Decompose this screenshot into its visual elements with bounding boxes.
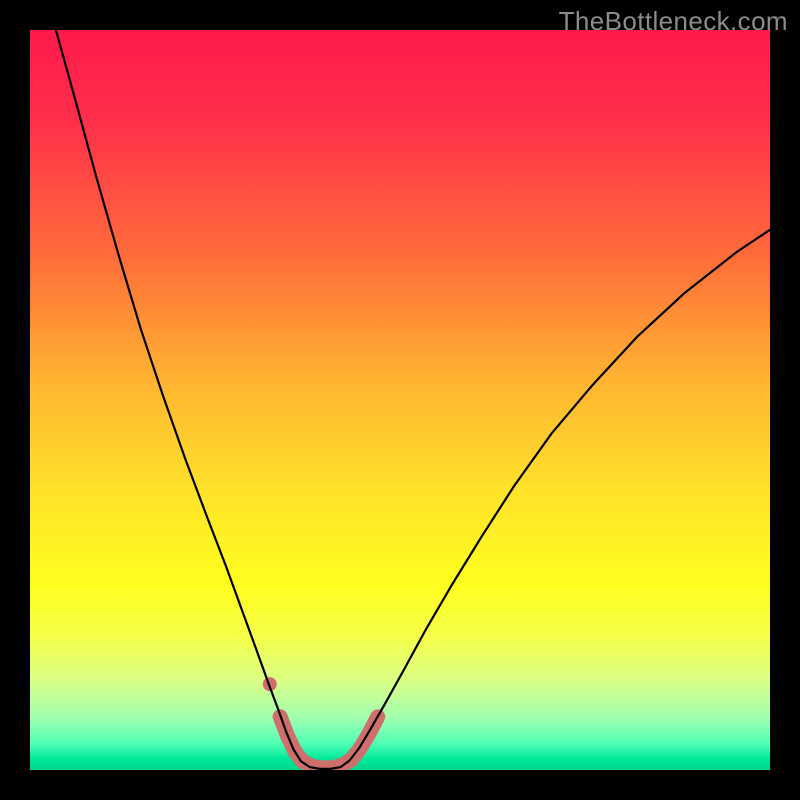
bottleneck-curve — [56, 30, 770, 769]
chart-frame: TheBottleneck.com — [0, 0, 800, 800]
curve-layer — [30, 30, 770, 770]
plot-area — [30, 30, 770, 770]
